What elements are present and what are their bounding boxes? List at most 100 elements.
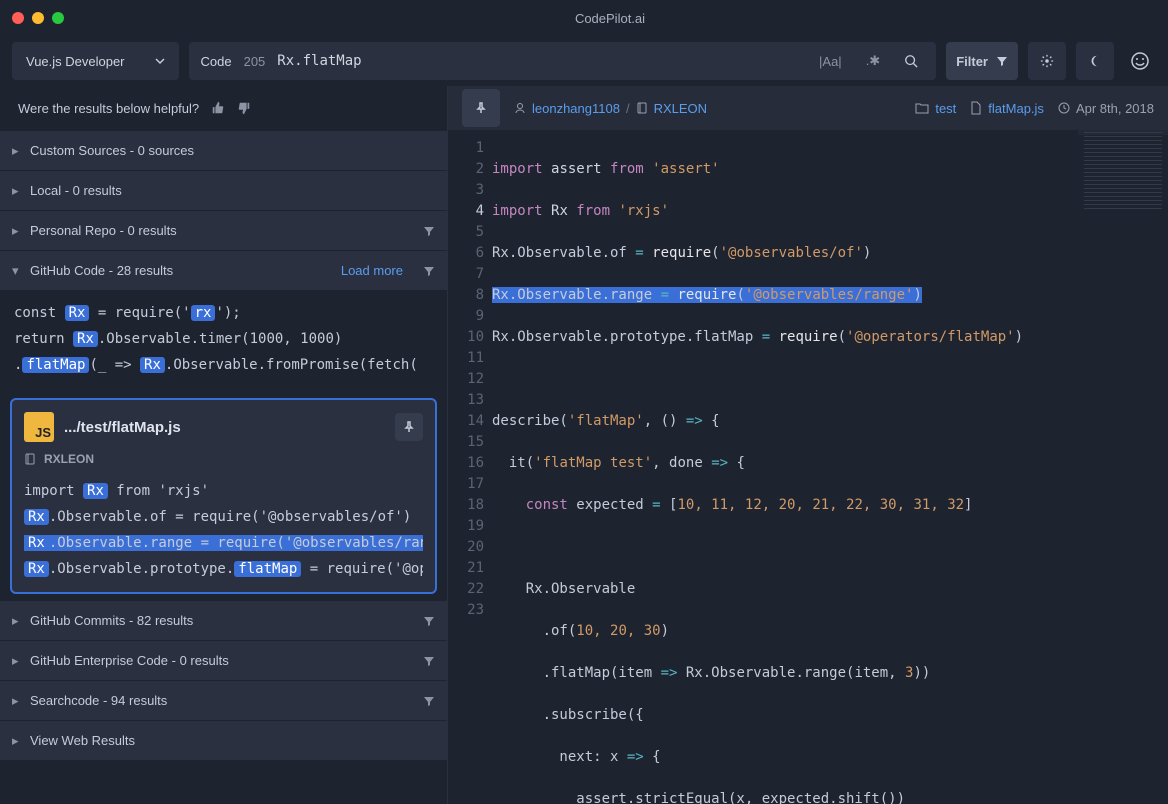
- section-custom-sources[interactable]: ▸ Custom Sources - 0 sources: [0, 130, 447, 170]
- folder-icon: [915, 102, 929, 114]
- thumbs-up-icon[interactable]: [211, 101, 225, 115]
- maximize-window-icon[interactable]: [52, 12, 64, 24]
- section-github-commits[interactable]: ▸ GitHub Commits - 82 results: [0, 600, 447, 640]
- titlebar: CodePilot.ai: [0, 0, 1168, 36]
- smile-icon: [1130, 51, 1150, 71]
- result-header: JS .../test/flatMap.js: [24, 412, 423, 442]
- feedback-button[interactable]: [1124, 51, 1156, 71]
- section-label: Custom Sources - 0 sources: [30, 143, 194, 158]
- pin-button[interactable]: [395, 413, 423, 441]
- section-label: Personal Repo - 0 results: [30, 223, 177, 238]
- section-label: GitHub Enterprise Code - 0 results: [30, 653, 229, 668]
- section-label: View Web Results: [30, 733, 135, 748]
- filter-icon[interactable]: [423, 655, 435, 667]
- window-controls: [12, 12, 64, 24]
- filter-icon: [996, 55, 1008, 67]
- main: Were the results below helpful? ▸ Custom…: [0, 86, 1168, 804]
- app-title: CodePilot.ai: [64, 11, 1156, 26]
- language-badge-icon: JS: [24, 412, 54, 442]
- section-web-results[interactable]: ▸ View Web Results: [0, 720, 447, 760]
- filter-button[interactable]: Filter: [946, 42, 1018, 80]
- clock-icon: [1058, 102, 1070, 114]
- file-link[interactable]: flatMap.js: [988, 101, 1044, 116]
- section-github-enterprise[interactable]: ▸ GitHub Enterprise Code - 0 results: [0, 640, 447, 680]
- user-link[interactable]: leonzhang1108: [532, 101, 620, 116]
- caret-right-icon: ▸: [12, 223, 20, 239]
- feedback-bar: Were the results below helpful?: [0, 86, 447, 130]
- section-searchcode[interactable]: ▸ Searchcode - 94 results: [0, 680, 447, 720]
- section-local[interactable]: ▸ Local - 0 results: [0, 170, 447, 210]
- intent-label[interactable]: Code: [201, 54, 232, 69]
- folder-link[interactable]: test: [935, 101, 956, 116]
- toolbar: Vue.js Developer Code 205 |Aa| .✱ Filter: [0, 36, 1168, 86]
- result-item[interactable]: const Rx = require('rx'); return Rx.Obse…: [0, 290, 447, 392]
- caret-right-icon: ▸: [12, 183, 20, 199]
- theme-toggle-button[interactable]: [1076, 42, 1114, 80]
- repo-link[interactable]: RXLEON: [654, 101, 707, 116]
- highlight: Rx: [65, 305, 90, 321]
- section-personal-repo[interactable]: ▸ Personal Repo - 0 results: [0, 210, 447, 250]
- line-gutter: 1234567891011121314151617181920212223: [448, 130, 492, 804]
- moon-icon: [1088, 54, 1102, 68]
- section-github-code[interactable]: ▾ GitHub Code - 28 results Load more: [0, 250, 447, 290]
- gear-icon: [1040, 54, 1054, 68]
- detail-user: leonzhang1108 / RXLEON: [514, 101, 707, 116]
- profile-selector[interactable]: Vue.js Developer: [12, 42, 179, 80]
- intent-count: 205: [244, 54, 266, 69]
- filter-icon[interactable]: [423, 695, 435, 707]
- pin-icon: [403, 421, 415, 433]
- filter-label: Filter: [956, 54, 988, 69]
- detail-panel: leonzhang1108 / RXLEON test flatMap.js A…: [448, 86, 1168, 804]
- caret-down-icon: ▾: [12, 263, 20, 279]
- section-label: Searchcode - 94 results: [30, 693, 167, 708]
- separator: /: [626, 101, 630, 116]
- file-icon: [970, 101, 982, 115]
- highlight: Rx: [24, 509, 49, 525]
- detail-date: Apr 8th, 2018: [1058, 101, 1154, 116]
- result-snippet: import Rx from 'rxjs' Rx.Observable.of =…: [24, 478, 423, 582]
- results-panel: Were the results below helpful? ▸ Custom…: [0, 86, 448, 804]
- highlight: rx: [191, 305, 216, 321]
- detail-header: leonzhang1108 / RXLEON test flatMap.js A…: [448, 86, 1168, 130]
- profile-label: Vue.js Developer: [26, 54, 125, 69]
- result-item-selected[interactable]: JS .../test/flatMap.js RXLEON import Rx …: [10, 398, 437, 594]
- match-case-toggle[interactable]: |Aa|: [813, 52, 848, 71]
- section-label: GitHub Commits - 82 results: [30, 613, 193, 628]
- selected-line: Rx.Observable.range = require('@observab…: [24, 535, 423, 551]
- section-label: Local - 0 results: [30, 183, 122, 198]
- code-content: import assert from 'assert' import Rx fr…: [492, 130, 1168, 804]
- load-more-link[interactable]: Load more: [341, 263, 403, 278]
- pin-button[interactable]: [462, 89, 500, 127]
- repo-icon: [24, 453, 36, 465]
- detail-folder: test: [915, 101, 956, 116]
- minimize-window-icon[interactable]: [32, 12, 44, 24]
- minimap[interactable]: [1078, 130, 1168, 250]
- filter-icon[interactable]: [423, 615, 435, 627]
- code-viewer[interactable]: 1234567891011121314151617181920212223 im…: [448, 130, 1168, 804]
- result-repo: RXLEON: [24, 452, 423, 466]
- detail-file: flatMap.js: [970, 101, 1044, 116]
- caret-right-icon: ▸: [12, 653, 20, 669]
- feedback-prompt: Were the results below helpful?: [18, 101, 199, 116]
- search-input[interactable]: [277, 53, 801, 69]
- caret-right-icon: ▸: [12, 613, 20, 629]
- user-icon: [514, 102, 526, 114]
- selected-code-line: Rx.Observable.range = require('@observab…: [492, 287, 922, 303]
- filter-icon[interactable]: [423, 265, 435, 277]
- repo-icon: [636, 102, 648, 114]
- settings-button[interactable]: [1028, 42, 1066, 80]
- search-icon[interactable]: [898, 52, 924, 70]
- caret-right-icon: ▸: [12, 143, 20, 159]
- highlight: flatMap: [234, 561, 301, 577]
- highlight: flatMap: [22, 357, 89, 373]
- caret-right-icon: ▸: [12, 693, 20, 709]
- section-label: GitHub Code - 28 results: [30, 263, 173, 278]
- highlight: Rx: [24, 561, 49, 577]
- regex-toggle[interactable]: .✱: [860, 51, 887, 71]
- thumbs-down-icon[interactable]: [237, 101, 251, 115]
- filter-icon[interactable]: [423, 225, 435, 237]
- search-bar: Code 205 |Aa| .✱: [189, 42, 937, 80]
- close-window-icon[interactable]: [12, 12, 24, 24]
- highlight: Rx: [83, 483, 108, 499]
- chevron-down-icon: [155, 56, 165, 66]
